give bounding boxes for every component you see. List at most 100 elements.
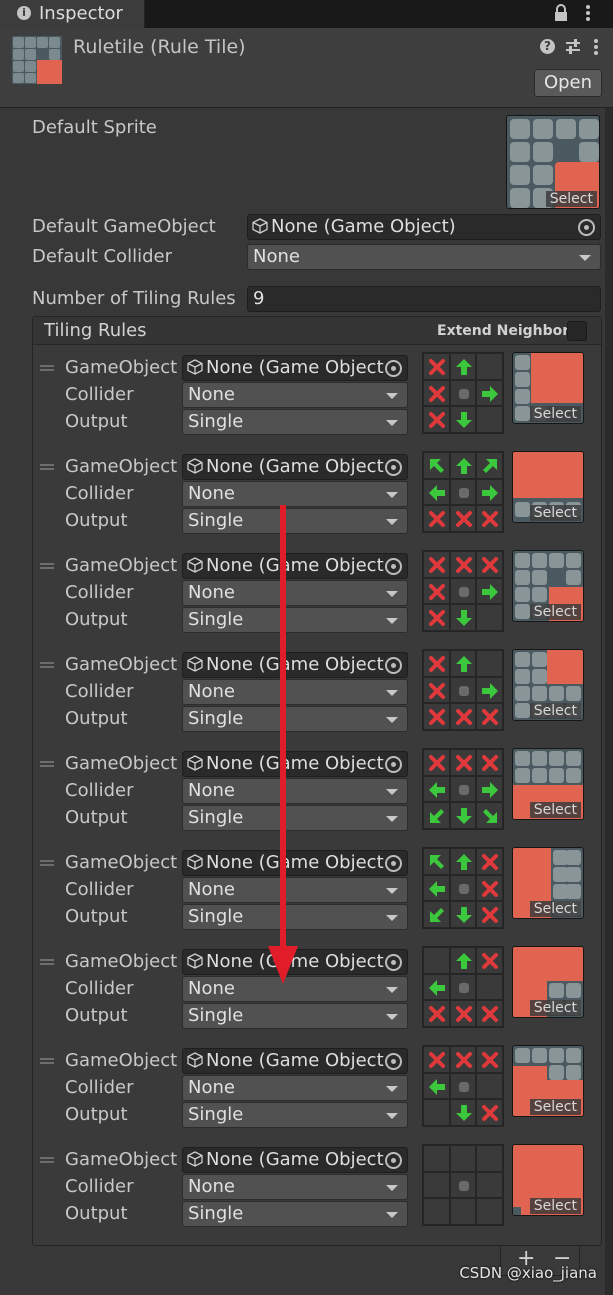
neighbor-cell[interactable] xyxy=(449,1099,477,1126)
neighbor-cell[interactable] xyxy=(423,676,450,704)
neighbor-cell[interactable] xyxy=(476,650,503,677)
open-button[interactable]: Open xyxy=(534,69,602,97)
neighbor-cell[interactable] xyxy=(423,973,450,1001)
neighbor-cell[interactable] xyxy=(476,901,503,928)
neighbor-cell[interactable] xyxy=(476,676,503,704)
rule-output-dropdown[interactable]: Single xyxy=(182,508,408,534)
rule-output-dropdown[interactable]: Single xyxy=(182,409,408,435)
neighbor-cell[interactable] xyxy=(423,802,450,829)
neighbor-cell[interactable] xyxy=(423,874,450,902)
neighbor-cell[interactable] xyxy=(423,901,450,928)
neighbor-cell[interactable] xyxy=(476,1099,503,1126)
select-label[interactable]: Select xyxy=(529,1000,581,1016)
neighbor-cell[interactable] xyxy=(423,604,450,631)
neighbor-cell[interactable] xyxy=(476,505,503,532)
drag-handle[interactable] xyxy=(40,860,54,866)
neighbor-cell[interactable] xyxy=(476,1171,503,1199)
select-label[interactable]: Select xyxy=(529,1099,581,1115)
tab-inspector[interactable]: i Inspector xyxy=(0,0,145,28)
neighbor-cell[interactable] xyxy=(449,676,477,704)
neighbor-cell[interactable] xyxy=(449,353,477,380)
neighbor-cell[interactable] xyxy=(476,947,503,974)
drag-handle[interactable] xyxy=(40,1157,54,1163)
rule-gameobject-field[interactable]: None (Game Object xyxy=(182,949,408,975)
neighbor-cell[interactable] xyxy=(423,505,450,532)
neighbor-cell[interactable] xyxy=(476,775,503,803)
drag-handle[interactable] xyxy=(40,1058,54,1064)
rule-collider-dropdown[interactable]: None xyxy=(182,1174,408,1200)
neighbor-cell[interactable] xyxy=(476,604,503,631)
neighbor-cell[interactable] xyxy=(476,379,503,407)
drag-handle[interactable] xyxy=(40,563,54,569)
object-picker-icon[interactable] xyxy=(385,657,402,674)
neighbor-cell[interactable] xyxy=(423,848,450,875)
neighbor-cell[interactable] xyxy=(476,577,503,605)
presets-icon[interactable] xyxy=(565,38,581,55)
rule-sprite-field[interactable]: Select xyxy=(512,946,584,1018)
lock-icon[interactable] xyxy=(553,4,569,22)
rule-sprite-field[interactable]: Select xyxy=(512,550,584,622)
neighbor-cell[interactable] xyxy=(476,406,503,433)
neighbor-cell[interactable] xyxy=(423,452,450,479)
rule-gameobject-field[interactable]: None (Game Object xyxy=(182,1048,408,1074)
rule-collider-dropdown[interactable]: None xyxy=(182,1075,408,1101)
object-picker-icon[interactable] xyxy=(578,219,595,236)
neighbor-cell[interactable] xyxy=(449,874,477,902)
neighbor-cell[interactable] xyxy=(423,749,450,776)
select-label[interactable]: Select xyxy=(529,802,581,818)
rule-sprite-field[interactable]: Select xyxy=(512,1045,584,1117)
object-picker-icon[interactable] xyxy=(385,558,402,575)
drag-handle[interactable] xyxy=(40,959,54,965)
select-label[interactable]: Select xyxy=(529,406,581,422)
neighbor-cell[interactable] xyxy=(476,874,503,902)
neighbor-cell[interactable] xyxy=(449,1171,477,1199)
rule-output-dropdown[interactable]: Single xyxy=(182,1102,408,1128)
select-label[interactable]: Select xyxy=(529,901,581,917)
neighbor-cell[interactable] xyxy=(476,749,503,776)
drag-handle[interactable] xyxy=(40,662,54,668)
rule-output-dropdown[interactable]: Single xyxy=(182,1201,408,1227)
select-label[interactable]: Select xyxy=(529,1198,581,1214)
rule-sprite-field[interactable]: Select xyxy=(512,649,584,721)
neighbor-cell[interactable] xyxy=(449,379,477,407)
neighbor-cell[interactable] xyxy=(423,703,450,730)
object-picker-icon[interactable] xyxy=(385,1053,402,1070)
neighbor-cell[interactable] xyxy=(423,1198,450,1225)
neighbor-cell[interactable] xyxy=(476,848,503,875)
neighbor-cell[interactable] xyxy=(423,577,450,605)
neighbor-cell[interactable] xyxy=(476,551,503,578)
object-picker-icon[interactable] xyxy=(385,360,402,377)
scrollbar[interactable] xyxy=(605,108,613,1295)
neighbor-cell[interactable] xyxy=(423,775,450,803)
rule-collider-dropdown[interactable]: None xyxy=(182,778,408,804)
rule-gameobject-field[interactable]: None (Game Object xyxy=(182,553,408,579)
neighbor-cell[interactable] xyxy=(449,703,477,730)
rule-collider-dropdown[interactable]: None xyxy=(182,481,408,507)
select-label[interactable]: Select xyxy=(529,604,581,620)
neighbor-cell[interactable] xyxy=(423,478,450,506)
neighbor-cell[interactable] xyxy=(449,551,477,578)
context-menu-icon[interactable] xyxy=(592,37,600,57)
neighbor-cell[interactable] xyxy=(423,1099,450,1126)
neighbor-cell[interactable] xyxy=(449,650,477,677)
neighbor-cell[interactable] xyxy=(423,1072,450,1100)
neighbor-cell[interactable] xyxy=(449,1198,477,1225)
number-of-tiling-rules-input[interactable]: 9 xyxy=(247,286,601,312)
neighbor-cell[interactable] xyxy=(449,848,477,875)
drag-handle[interactable] xyxy=(40,761,54,767)
neighbor-cell[interactable] xyxy=(423,947,450,974)
neighbor-cell[interactable] xyxy=(423,1000,450,1027)
rule-gameobject-field[interactable]: None (Game Object xyxy=(182,454,408,480)
neighbor-cell[interactable] xyxy=(449,1046,477,1073)
neighbor-cell[interactable] xyxy=(476,353,503,380)
object-picker-icon[interactable] xyxy=(385,954,402,971)
default-gameobject-field[interactable]: None (Game Object) xyxy=(247,214,601,240)
neighbor-cell[interactable] xyxy=(476,1072,503,1100)
neighbor-cell[interactable] xyxy=(449,749,477,776)
rule-gameobject-field[interactable]: None (Game Object xyxy=(182,652,408,678)
neighbor-cell[interactable] xyxy=(476,703,503,730)
neighbor-cell[interactable] xyxy=(476,478,503,506)
rule-sprite-field[interactable]: Select xyxy=(512,451,584,523)
neighbor-cell[interactable] xyxy=(423,1171,450,1199)
tab-menu-icon[interactable] xyxy=(584,3,592,23)
